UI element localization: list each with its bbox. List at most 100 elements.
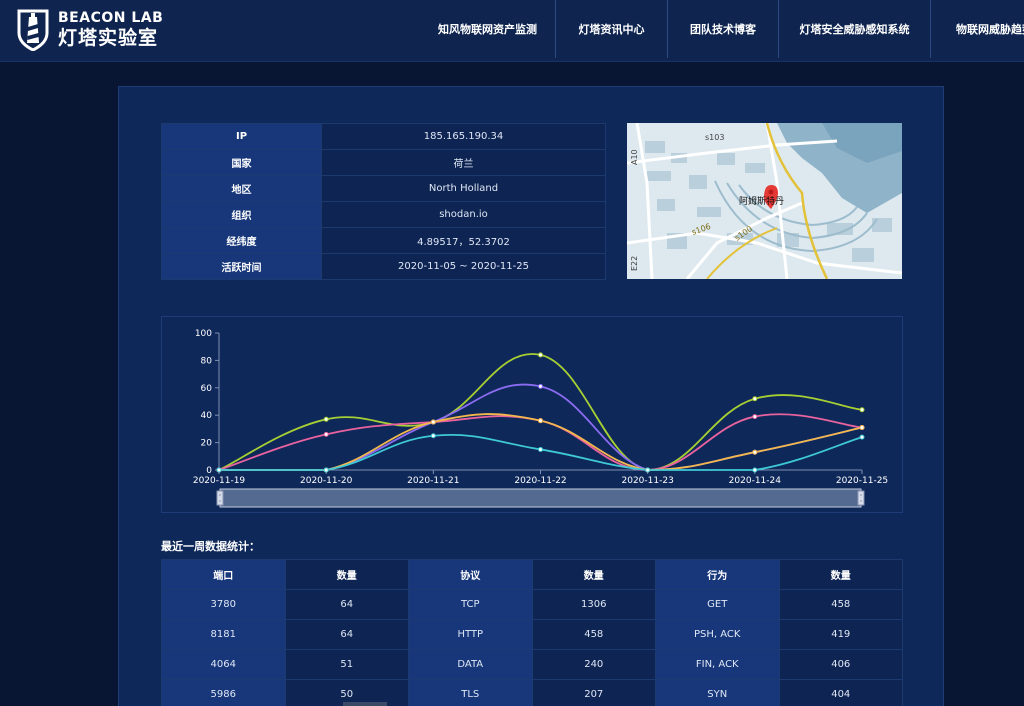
column-header: 行为 xyxy=(655,559,780,590)
table-row: 5986 50 TLS 207 SYN 404 xyxy=(161,679,903,706)
info-key: 地区 xyxy=(161,175,322,202)
y-tick-label: 0 xyxy=(206,466,212,476)
table-cell: 1306 xyxy=(531,589,656,620)
nav-item-threat-trend[interactable]: 物联网威胁趋势 xyxy=(931,0,1024,58)
x-tick-label: 2020-11-24 xyxy=(729,476,782,486)
table-cell: 64 xyxy=(284,589,409,620)
data-point[interactable] xyxy=(752,414,758,420)
chart-canvas: 0 20 40 60 80 100 2020-11-19 2020-11-20 2020-11… xyxy=(193,329,888,508)
info-row-org: 组织 shodan.io xyxy=(161,201,606,228)
x-tick-label: 2020-11-25 xyxy=(836,476,888,486)
table-cell: SYN xyxy=(655,679,780,706)
info-key: IP xyxy=(161,123,322,150)
ip-detail-card: IP 185.165.190.34 国家 荷兰 地区 North Holland… xyxy=(118,86,944,706)
brand-name-en: BEACON LAB xyxy=(58,9,164,26)
data-point[interactable] xyxy=(430,433,436,439)
data-point[interactable] xyxy=(538,352,543,358)
data-point[interactable] xyxy=(752,467,758,473)
data-point[interactable] xyxy=(859,434,865,440)
data-point[interactable] xyxy=(323,416,329,422)
weekly-stats-title: 最近一周数据统计： xyxy=(161,540,260,553)
table-cell: HTTP xyxy=(408,619,533,650)
column-header: 数量 xyxy=(778,559,903,590)
lighthouse-icon xyxy=(17,9,49,51)
data-point[interactable] xyxy=(430,419,436,425)
x-tick-label: 2020-11-21 xyxy=(407,476,459,486)
info-row-active-time: 活跃时间 2020-11-05 ~ 2020-11-25 xyxy=(161,253,606,280)
table-cell: 458 xyxy=(778,589,903,620)
table-row: 4064 51 DATA 240 FIN, ACK 406 xyxy=(161,649,903,680)
nav-item-asset-monitoring[interactable]: 知风物联网资产监测 xyxy=(420,0,556,58)
info-row-coordinates: 经纬度 4.89517，52.3702 xyxy=(161,227,606,254)
brand-logo[interactable]: BEACON LAB 灯塔实验室 xyxy=(16,6,163,52)
data-point[interactable] xyxy=(752,449,758,455)
table-cell: 5986 xyxy=(161,679,286,706)
nav-item-threat-perception[interactable]: 灯塔安全威胁感知系统 xyxy=(779,0,931,58)
series-line-5[interactable] xyxy=(219,433,863,471)
data-point[interactable] xyxy=(538,418,543,424)
data-point[interactable] xyxy=(216,467,222,473)
info-key: 活跃时间 xyxy=(161,253,322,280)
info-value: 4.89517，52.3702 xyxy=(321,227,606,254)
table-cell: 404 xyxy=(778,679,903,706)
table-cell: PSH, ACK xyxy=(655,619,780,650)
horizontal-scrollbar[interactable] xyxy=(343,702,387,706)
road-label: s103 xyxy=(705,133,724,142)
x-tick-label: 2020-11-19 xyxy=(193,476,246,486)
y-tick-label: 40 xyxy=(201,411,213,421)
info-row-region: 地区 North Holland xyxy=(161,175,606,202)
column-header: 端口 xyxy=(161,559,286,590)
column-header: 协议 xyxy=(408,559,533,590)
data-point[interactable] xyxy=(859,425,865,431)
info-value: North Holland xyxy=(321,175,606,202)
nav-item-news-center[interactable]: 灯塔资讯中心 xyxy=(556,0,668,58)
table-cell: FIN, ACK xyxy=(655,649,780,680)
data-point[interactable] xyxy=(645,467,651,473)
table-cell: TLS xyxy=(408,679,533,706)
table-cell: 207 xyxy=(531,679,656,706)
brand-name-cn: 灯塔实验室 xyxy=(58,26,159,49)
info-row-ip: IP 185.165.190.34 xyxy=(161,123,606,150)
column-header: 数量 xyxy=(284,559,409,590)
data-point[interactable] xyxy=(323,467,329,473)
y-tick-label: 80 xyxy=(201,356,213,366)
table-cell: 8181 xyxy=(161,619,286,650)
nav-item-tech-blog[interactable]: 团队技术博客 xyxy=(668,0,779,58)
info-key: 组织 xyxy=(161,201,322,228)
series-line-1[interactable] xyxy=(218,353,863,471)
x-tick-label: 2020-11-22 xyxy=(514,476,566,486)
info-value: 荷兰 xyxy=(321,149,606,176)
road-label: E22 xyxy=(630,256,639,271)
table-cell: 458 xyxy=(531,619,656,650)
table-cell: 4064 xyxy=(161,649,286,680)
data-point[interactable] xyxy=(538,446,543,452)
data-zoom-slider[interactable] xyxy=(219,488,862,508)
ip-info-table: IP 185.165.190.34 国家 荷兰 地区 North Holland… xyxy=(161,123,606,280)
location-map[interactable]: s103 s106 s100 A10 E22 阿姆斯特丹 xyxy=(627,123,902,279)
info-key: 经纬度 xyxy=(161,227,322,254)
x-tick-label: 2020-11-20 xyxy=(300,476,353,486)
table-row: 3780 64 TCP 1306 GET 458 xyxy=(161,589,903,620)
zoom-handle-right[interactable] xyxy=(857,490,865,506)
table-cell: GET xyxy=(655,589,780,620)
data-point[interactable] xyxy=(323,431,329,437)
zoom-handle-left[interactable] xyxy=(216,490,224,506)
series-line-3[interactable] xyxy=(219,383,863,471)
info-row-country: 国家 荷兰 xyxy=(161,149,606,176)
y-tick-label: 60 xyxy=(201,384,213,394)
main-nav: 知风物联网资产监测 灯塔资讯中心 团队技术博客 灯塔安全威胁感知系统 物联网威胁… xyxy=(420,0,1024,58)
weekly-stats-table: 端口 数量 协议 数量 行为 数量 3780 64 TCP 1306 GET 4… xyxy=(161,559,903,706)
table-cell: TCP xyxy=(408,589,533,620)
info-value: 2020-11-05 ~ 2020-11-25 xyxy=(321,253,606,280)
activity-line-chart: 0 20 40 60 80 100 2020-11-19 2020-11-20 2020-11… xyxy=(161,316,903,513)
data-point[interactable] xyxy=(752,396,758,402)
table-cell: 419 xyxy=(778,619,903,650)
table-cell: 240 xyxy=(531,649,656,680)
table-header-row: 端口 数量 协议 数量 行为 数量 xyxy=(161,559,903,590)
top-navigation-bar: BEACON LAB 灯塔实验室 知风物联网资产监测 灯塔资讯中心 团队技术博客… xyxy=(0,0,1024,62)
data-point[interactable] xyxy=(538,383,543,389)
data-point[interactable] xyxy=(859,407,865,413)
y-tick-label: 20 xyxy=(201,439,213,449)
map-city-label: 阿姆斯特丹 xyxy=(739,197,785,207)
table-cell: DATA xyxy=(408,649,533,680)
